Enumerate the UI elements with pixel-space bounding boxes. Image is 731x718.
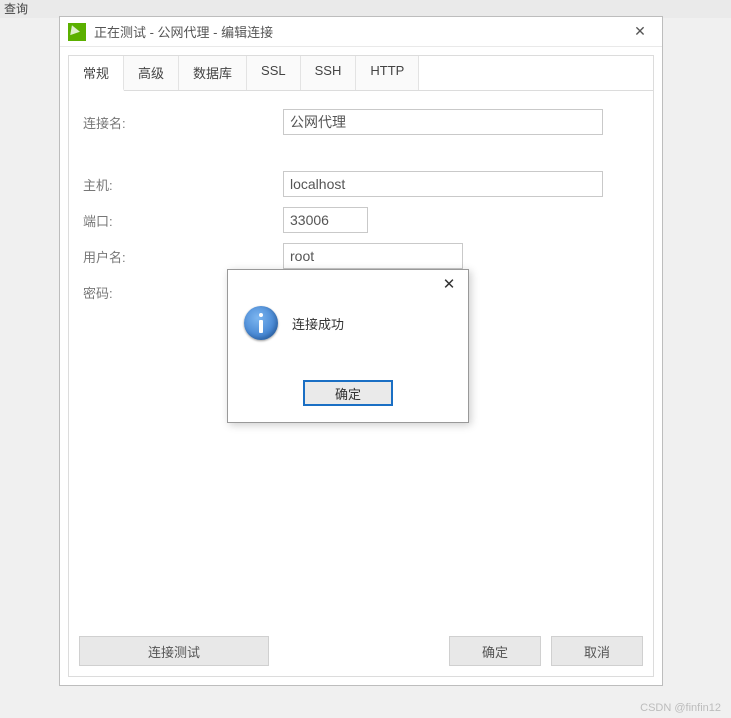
window-title: 正在测试 - 公网代理 - 编辑连接 xyxy=(94,22,626,41)
dialog-body: 连接成功 xyxy=(228,298,468,380)
dialog-message: 连接成功 xyxy=(292,304,344,333)
tab-bar: 常规 高级 数据库 SSL SSH HTTP xyxy=(69,56,653,91)
port-input[interactable] xyxy=(283,207,368,233)
bg-menu-item[interactable]: 查询 xyxy=(4,2,28,16)
host-label: 主机: xyxy=(83,175,283,194)
window-titlebar: 正在测试 - 公网代理 - 编辑连接 ✕ xyxy=(60,17,662,47)
button-bar: 连接测试 确定 取消 xyxy=(69,626,653,676)
tab-http[interactable]: HTTP xyxy=(356,56,419,90)
dialog-footer: 确定 xyxy=(228,380,468,422)
tab-advanced[interactable]: 高级 xyxy=(124,56,179,90)
connection-name-label: 连接名: xyxy=(83,113,283,132)
watermark: CSDN @finfin12 xyxy=(640,702,721,714)
tab-general[interactable]: 常规 xyxy=(69,56,124,91)
message-dialog: ✕ 连接成功 确定 xyxy=(227,269,469,423)
tab-database[interactable]: 数据库 xyxy=(179,56,247,90)
window-close-button[interactable]: ✕ xyxy=(626,23,654,40)
connection-name-input[interactable] xyxy=(283,109,603,135)
info-icon xyxy=(244,306,278,340)
tab-ssh[interactable]: SSH xyxy=(301,56,357,90)
app-icon xyxy=(68,23,86,41)
username-input[interactable] xyxy=(283,243,463,269)
username-label: 用户名: xyxy=(83,247,283,266)
port-label: 端口: xyxy=(83,211,283,230)
dialog-close-button[interactable]: ✕ xyxy=(438,275,460,293)
cancel-button[interactable]: 取消 xyxy=(551,636,643,666)
dialog-titlebar: ✕ xyxy=(228,270,468,298)
test-connection-button[interactable]: 连接测试 xyxy=(79,636,269,666)
dialog-ok-button[interactable]: 确定 xyxy=(303,380,393,406)
tab-ssl[interactable]: SSL xyxy=(247,56,301,90)
ok-button[interactable]: 确定 xyxy=(449,636,541,666)
host-input[interactable] xyxy=(283,171,603,197)
